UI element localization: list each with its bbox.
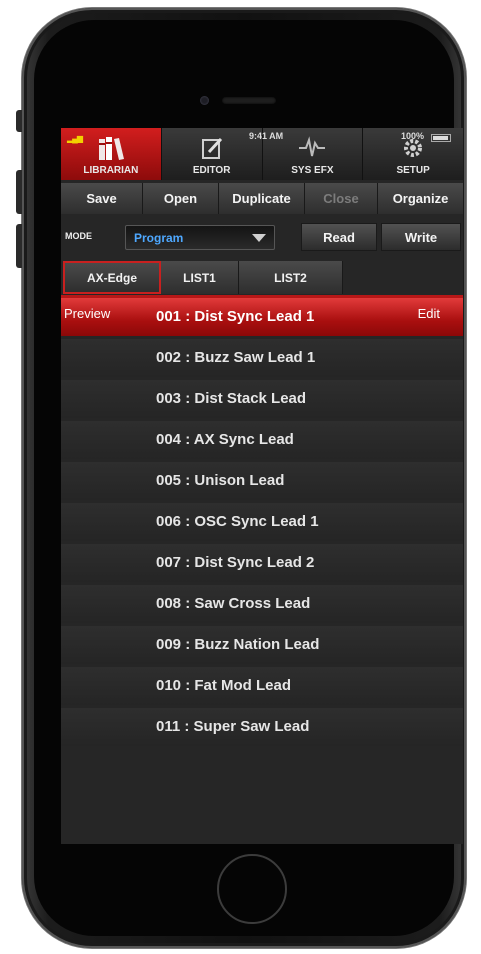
list-item[interactable]: 003 : Dist Stack Lead xyxy=(61,380,463,418)
patch-list: Preview 001 : Dist Sync Lead 1 Edit 002 … xyxy=(61,298,463,844)
patch-name: 007 : Dist Sync Lead 2 xyxy=(156,554,315,571)
open-button[interactable]: Open xyxy=(143,183,219,214)
mode-row: MODE Program Read Write xyxy=(61,220,463,254)
tab-editor[interactable]: EDITOR xyxy=(162,128,263,180)
patch-name: 004 : AX Sync Lead xyxy=(156,431,294,448)
preview-button[interactable]: Preview xyxy=(61,298,110,330)
list-item[interactable]: 007 : Dist Sync Lead 2 xyxy=(61,544,463,582)
chevron-down-icon xyxy=(252,234,266,242)
tab-ax-edge[interactable]: AX-Edge xyxy=(63,261,161,294)
list-item[interactable]: 011 : Super Saw Lead xyxy=(61,708,463,746)
list-item-selected[interactable]: Preview 001 : Dist Sync Lead 1 Edit xyxy=(61,298,463,336)
patch-name: 006 : OSC Sync Lead 1 xyxy=(156,513,319,530)
duplicate-button[interactable]: Duplicate xyxy=(219,183,305,214)
patch-name: 008 : Saw Cross Lead xyxy=(156,595,311,612)
tab-setup[interactable]: SETUP xyxy=(363,128,463,180)
mode-select-value: Program xyxy=(134,230,184,245)
edit-button[interactable]: Edit xyxy=(418,298,440,330)
mode-label: MODE xyxy=(65,231,92,241)
list-item[interactable]: 006 : OSC Sync Lead 1 xyxy=(61,503,463,541)
list-item[interactable]: 010 : Fat Mod Lead xyxy=(61,667,463,705)
app-screen: LIBRARIAN EDITOR SYS EFX SETUP ▂▄▆ 9:41 … xyxy=(61,128,463,844)
list-item[interactable]: 008 : Saw Cross Lead xyxy=(61,585,463,623)
effects-icon xyxy=(297,135,327,161)
earpiece-speaker xyxy=(222,97,276,104)
volume-up-button xyxy=(16,170,22,214)
save-button[interactable]: Save xyxy=(61,183,143,214)
tab-editor-label: EDITOR xyxy=(192,165,231,176)
books-icon xyxy=(96,135,126,161)
patch-name: 011 : Super Saw Lead xyxy=(156,718,310,735)
tab-list2[interactable]: LIST2 xyxy=(239,261,343,294)
mute-switch xyxy=(16,110,22,132)
mode-select[interactable]: Program xyxy=(125,225,275,250)
front-camera xyxy=(200,96,209,105)
tab-sys-efx-label: SYS EFX xyxy=(291,165,334,176)
tab-list1[interactable]: LIST1 xyxy=(161,261,239,294)
volume-down-button xyxy=(16,224,22,268)
list-tabs: AX-Edge LIST1 LIST2 xyxy=(61,258,463,294)
patch-name: 005 : Unison Lead xyxy=(156,472,285,489)
patch-name: 010 : Fat Mod Lead xyxy=(156,677,292,694)
patch-name: 003 : Dist Stack Lead xyxy=(156,390,307,407)
action-toolbar: Save Open Duplicate Close Organize xyxy=(61,183,463,214)
list-item[interactable]: 005 : Unison Lead xyxy=(61,462,463,500)
tab-librarian[interactable]: LIBRARIAN xyxy=(61,128,162,180)
gear-icon xyxy=(398,135,428,161)
home-button[interactable] xyxy=(217,854,287,924)
tab-sys-efx[interactable]: SYS EFX xyxy=(263,128,364,180)
main-tab-bar: LIBRARIAN EDITOR SYS EFX SETUP xyxy=(61,128,463,180)
organize-button[interactable]: Organize xyxy=(378,183,463,214)
edit-icon xyxy=(197,135,227,161)
list-item[interactable]: 009 : Buzz Nation Lead xyxy=(61,626,463,664)
close-button[interactable]: Close xyxy=(305,183,378,214)
patch-name: 009 : Buzz Nation Lead xyxy=(156,636,320,653)
patch-name: 002 : Buzz Saw Lead 1 xyxy=(156,349,316,366)
list-item[interactable]: 002 : Buzz Saw Lead 1 xyxy=(61,339,463,377)
read-button[interactable]: Read xyxy=(301,223,377,251)
tab-librarian-label: LIBRARIAN xyxy=(83,165,139,176)
list-item[interactable]: 004 : AX Sync Lead xyxy=(61,421,463,459)
patch-name: 001 : Dist Sync Lead 1 xyxy=(156,308,315,325)
write-button[interactable]: Write xyxy=(381,223,461,251)
tab-setup-label: SETUP xyxy=(396,165,430,176)
